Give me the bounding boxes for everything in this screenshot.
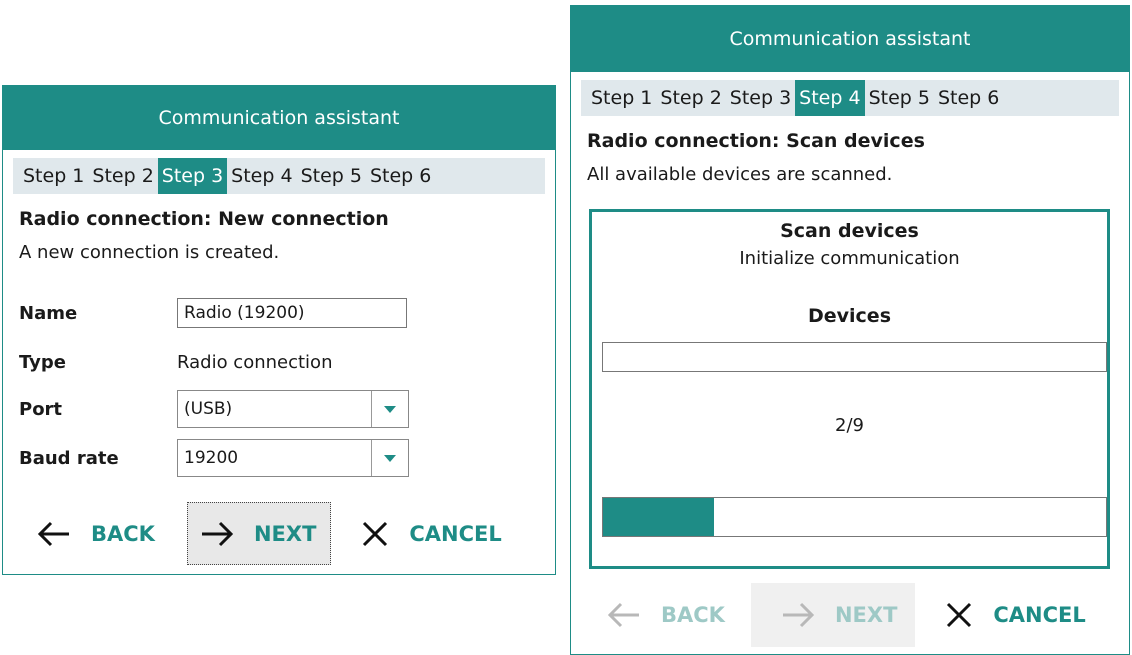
tab-step-1[interactable]: Step 1 [19,158,88,194]
scan-panel: Scan devices Initialize communication De… [589,209,1110,569]
cancel-button[interactable]: CANCEL [945,585,1086,645]
port-label: Port [19,398,63,420]
page-description: A new connection is created. [19,242,280,263]
name-row: Name Radio (19200) [19,298,407,328]
overall-progress-fill [603,498,714,536]
back-button[interactable]: BACK [603,585,743,645]
tab-step-4[interactable]: Step 4 [795,80,865,116]
arrow-right-icon [782,602,815,628]
dialog-title: Communication assistant [571,6,1129,72]
tab-step-4[interactable]: Step 4 [227,158,296,194]
communication-assistant-dialog-step4: Communication assistant Step 1 Step 2 St… [570,5,1130,655]
page-heading: Radio connection: New connection [19,208,389,230]
scan-title: Scan devices [780,220,919,242]
port-select[interactable]: (USB) [177,390,409,428]
chevron-down-icon[interactable] [371,440,408,476]
back-button[interactable]: BACK [33,504,165,564]
communication-assistant-dialog-step3: Communication assistant Step 1 Step 2 St… [2,85,556,575]
tab-step-6[interactable]: Step 6 [934,80,1003,116]
overall-progress-bar [602,497,1107,537]
next-button[interactable]: NEXT [750,583,916,647]
arrow-right-icon [201,521,234,546]
back-button-label: BACK [91,521,155,546]
baud-select-value: 19200 [184,448,239,468]
dialog-title: Communication assistant [3,86,555,150]
button-bar: BACK NEXT CANCEL [603,583,1086,647]
scan-status: Initialize communication [739,248,960,269]
tab-step-6[interactable]: Step 6 [366,158,435,194]
close-icon [363,521,388,546]
baud-row: Baud rate 19200 [19,439,409,477]
tab-step-5[interactable]: Step 5 [865,80,934,116]
back-button-label: BACK [661,603,725,627]
name-input[interactable]: Radio (19200) [177,298,407,328]
next-button-label: NEXT [834,603,898,627]
devices-progress-bar [602,342,1107,372]
tab-step-1[interactable]: Step 1 [587,80,656,116]
step-bar: Step 1 Step 2 Step 3 Step 4 Step 5 Step … [13,158,545,194]
button-bar: BACK NEXT CANCEL [33,502,502,565]
devices-label: Devices [807,305,891,327]
next-button-label: NEXT [253,521,317,546]
page-description: All available devices are scanned. [587,164,893,185]
close-icon [947,602,972,628]
tab-step-2[interactable]: Step 2 [656,80,725,116]
next-button[interactable]: NEXT [186,502,332,565]
page-heading: Radio connection: Scan devices [587,130,925,152]
tab-step-2[interactable]: Step 2 [88,158,157,194]
device-count: 2/9 [835,415,864,436]
type-value: Radio connection [177,352,333,373]
cancel-button-label: CANCEL [409,521,502,546]
tab-step-3[interactable]: Step 3 [157,158,228,194]
tab-step-3[interactable]: Step 3 [726,80,795,116]
tab-step-5[interactable]: Step 5 [297,158,366,194]
step-bar: Step 1 Step 2 Step 3 Step 4 Step 5 Step … [581,80,1119,116]
type-row: Type Radio connection [19,352,332,373]
port-row: Port (USB) [19,390,409,428]
baud-select[interactable]: 19200 [177,439,409,477]
arrow-left-icon [607,602,639,628]
type-label: Type [19,352,66,373]
arrow-left-icon [37,521,69,546]
cancel-button-label: CANCEL [993,603,1086,627]
port-select-value: (USB) [184,399,233,419]
cancel-button[interactable]: CANCEL [361,504,502,564]
name-label: Name [19,302,78,324]
chevron-down-icon[interactable] [371,391,408,427]
baud-label: Baud rate [19,447,119,469]
